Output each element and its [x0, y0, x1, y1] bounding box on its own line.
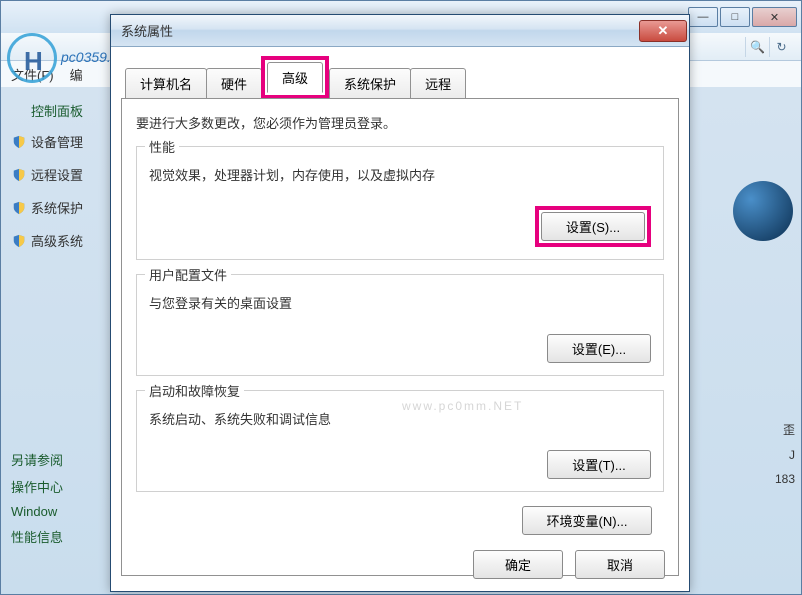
see-also-title: 另请参阅 [11, 450, 111, 469]
groupbox-title: 用户配置文件 [145, 265, 231, 284]
tab-advanced[interactable]: 高级 [267, 62, 323, 93]
dialog-footer: 确定 取消 [473, 550, 665, 579]
outer-close-button[interactable]: ✕ [752, 7, 797, 27]
tab-hardware[interactable]: 硬件 [206, 68, 262, 98]
right-partial-text: 歪 J 183 [775, 421, 795, 496]
admin-intro-text: 要进行大多数更改，您必须作为管理员登录。 [136, 113, 664, 132]
see-also-link[interactable]: 操作中心 [11, 477, 111, 496]
shield-icon [11, 167, 27, 183]
cancel-button[interactable]: 取消 [575, 550, 665, 579]
see-also-link[interactable]: 性能信息 [11, 527, 111, 546]
sidebar-item-advanced[interactable]: 高级系统 [11, 231, 111, 250]
sidebar-item-label: 系统保护 [31, 198, 83, 217]
dialog-title: 系统属性 [121, 21, 173, 40]
groupbox-desc: 与您登录有关的桌面设置 [149, 293, 651, 312]
dialog-titlebar[interactable]: 系统属性 ✕ [111, 15, 689, 47]
see-also-link[interactable]: Window [11, 504, 111, 519]
site-logo-watermark: H [7, 33, 67, 93]
sidebar-item-protection[interactable]: 系统保护 [11, 198, 111, 217]
sidebar-item-label: 远程设置 [31, 165, 83, 184]
tab-content-advanced: 要进行大多数更改，您必须作为管理员登录。 性能 视觉效果，处理器计划，内存使用，… [121, 98, 679, 576]
groupbox-title: 性能 [145, 137, 179, 156]
ok-button[interactable]: 确定 [473, 550, 563, 579]
highlight-box: 高级 [261, 56, 329, 99]
shield-icon [11, 233, 27, 249]
sidebar-item-label: 设备管理 [31, 132, 83, 151]
sidebar: 控制面板 设备管理 远程设置 系统保护 高级系统 另请参阅 操作中心 Windo… [11, 101, 111, 554]
startup-recovery-groupbox: 启动和故障恢复 系统启动、系统失败和调试信息 设置(T)... [136, 390, 664, 492]
dialog-close-button[interactable]: ✕ [639, 20, 687, 42]
tab-remote[interactable]: 远程 [410, 68, 466, 98]
sidebar-item-label: 高级系统 [31, 231, 83, 250]
shield-icon [11, 200, 27, 216]
outer-minimize-button[interactable]: — [688, 7, 718, 27]
see-also-section: 另请参阅 操作中心 Window 性能信息 [11, 450, 111, 546]
groupbox-title: 启动和故障恢复 [145, 381, 244, 400]
groupbox-desc: 系统启动、系统失败和调试信息 [149, 409, 651, 428]
sidebar-title[interactable]: 控制面板 [11, 101, 111, 120]
tabs-row: 计算机名 硬件 高级 系统保护 远程 [111, 47, 689, 98]
user-profiles-settings-button[interactable]: 设置(E)... [547, 334, 651, 363]
refresh-icon[interactable]: ↻ [769, 37, 793, 57]
sidebar-item-device-manager[interactable]: 设备管理 [11, 132, 111, 151]
performance-settings-button[interactable]: 设置(S)... [541, 212, 645, 241]
groupbox-desc: 视觉效果，处理器计划，内存使用，以及虚拟内存 [149, 165, 651, 184]
highlight-box: 设置(S)... [535, 206, 651, 247]
startup-recovery-settings-button[interactable]: 设置(T)... [547, 450, 651, 479]
tab-system-protection[interactable]: 系统保护 [329, 68, 411, 98]
performance-groupbox: 性能 视觉效果，处理器计划，内存使用，以及虚拟内存 设置(S)... [136, 146, 664, 260]
user-profiles-groupbox: 用户配置文件 与您登录有关的桌面设置 设置(E)... [136, 274, 664, 376]
search-icon[interactable]: 🔍 [745, 37, 769, 57]
shield-icon [11, 134, 27, 150]
tab-computer-name[interactable]: 计算机名 [125, 68, 207, 98]
sidebar-item-remote[interactable]: 远程设置 [11, 165, 111, 184]
windows-logo [733, 181, 793, 241]
outer-maximize-button[interactable]: □ [720, 7, 750, 27]
environment-variables-button[interactable]: 环境变量(N)... [522, 506, 652, 535]
system-properties-dialog: 系统属性 ✕ 计算机名 硬件 高级 系统保护 远程 要进行大多数更改，您必须作为… [110, 14, 690, 592]
menu-edit[interactable]: 编 [70, 65, 83, 84]
